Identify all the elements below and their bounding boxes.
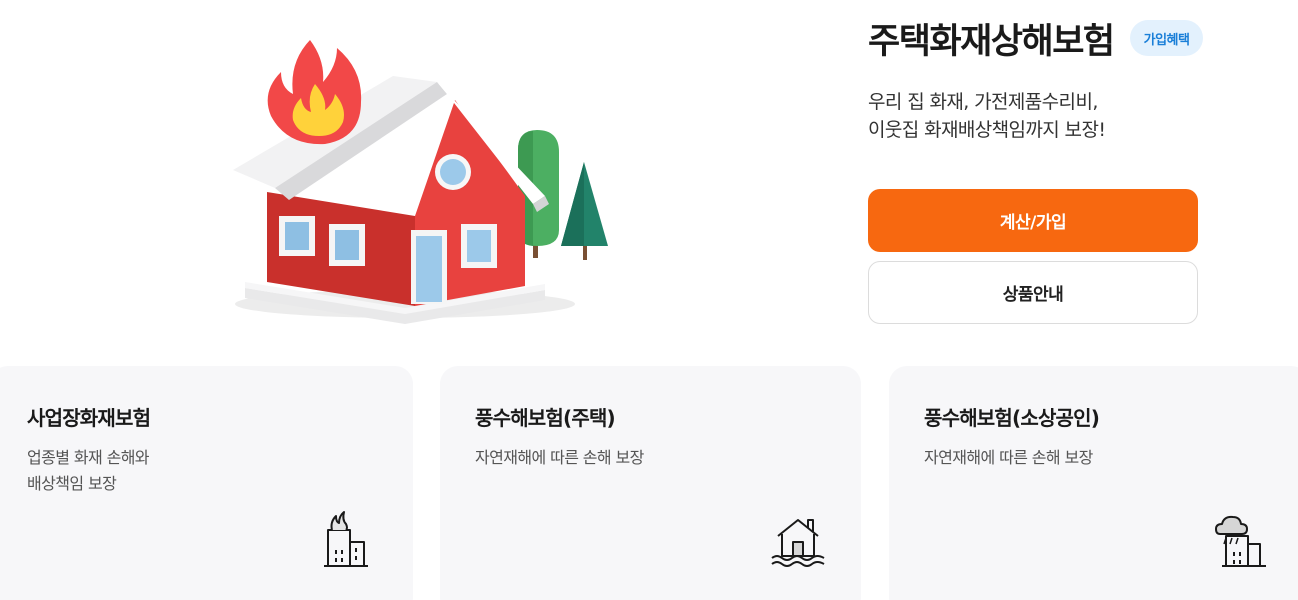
product-guide-button[interactable]: 상품안내 bbox=[868, 261, 1198, 324]
card-description: 자연재해에 따른 손해 보장 bbox=[475, 448, 644, 467]
product-title-row: 주택화재상해보험 가입혜택 bbox=[868, 14, 1208, 62]
card-storm-flood-insurance-house[interactable]: 풍수해보험(주택) 자연재해에 따른 손해 보장 bbox=[440, 366, 861, 600]
building-fire-icon bbox=[320, 510, 372, 574]
product-desc-line-1: 우리 집 화재, 가전제품수리비, bbox=[868, 91, 1098, 113]
benefit-badge[interactable]: 가입혜택 bbox=[1129, 20, 1204, 56]
product-description: 우리 집 화재, 가전제품수리비, 이웃집 화재배상책임까지 보장! bbox=[868, 88, 1208, 144]
card-title: 사업장화재보험 bbox=[27, 406, 151, 430]
calculate-join-button[interactable]: 계산/가입 bbox=[868, 189, 1198, 252]
card-title: 풍수해보험(소상공인) bbox=[924, 406, 1100, 430]
card-storm-flood-insurance-smallbiz[interactable]: 풍수해보험(소상공인) 자연재해에 따른 손해 보장 bbox=[889, 366, 1298, 600]
product-desc-line-2: 이웃집 화재배상책임까지 보장! bbox=[868, 119, 1106, 141]
product-info-panel: 주택화재상해보험 가입혜택 우리 집 화재, 가전제품수리비, 이웃집 화재배상… bbox=[868, 14, 1208, 324]
card-title: 풍수해보험(주택) bbox=[475, 406, 616, 430]
product-title: 주택화재상해보험 bbox=[868, 21, 1115, 62]
house-flood-icon bbox=[770, 514, 826, 574]
card-description: 자연재해에 따른 손해 보장 bbox=[924, 448, 1093, 467]
building-storm-icon bbox=[1214, 514, 1270, 574]
burning-house-illustration bbox=[215, 20, 625, 330]
page: 주택화재상해보험 가입혜택 우리 집 화재, 가전제품수리비, 이웃집 화재배상… bbox=[0, 0, 1298, 600]
card-description: 업종별 화재 손해와 배상책임 보장 bbox=[27, 448, 150, 493]
card-business-fire-insurance[interactable]: 사업장화재보험 업종별 화재 손해와 배상책임 보장 bbox=[0, 366, 413, 600]
